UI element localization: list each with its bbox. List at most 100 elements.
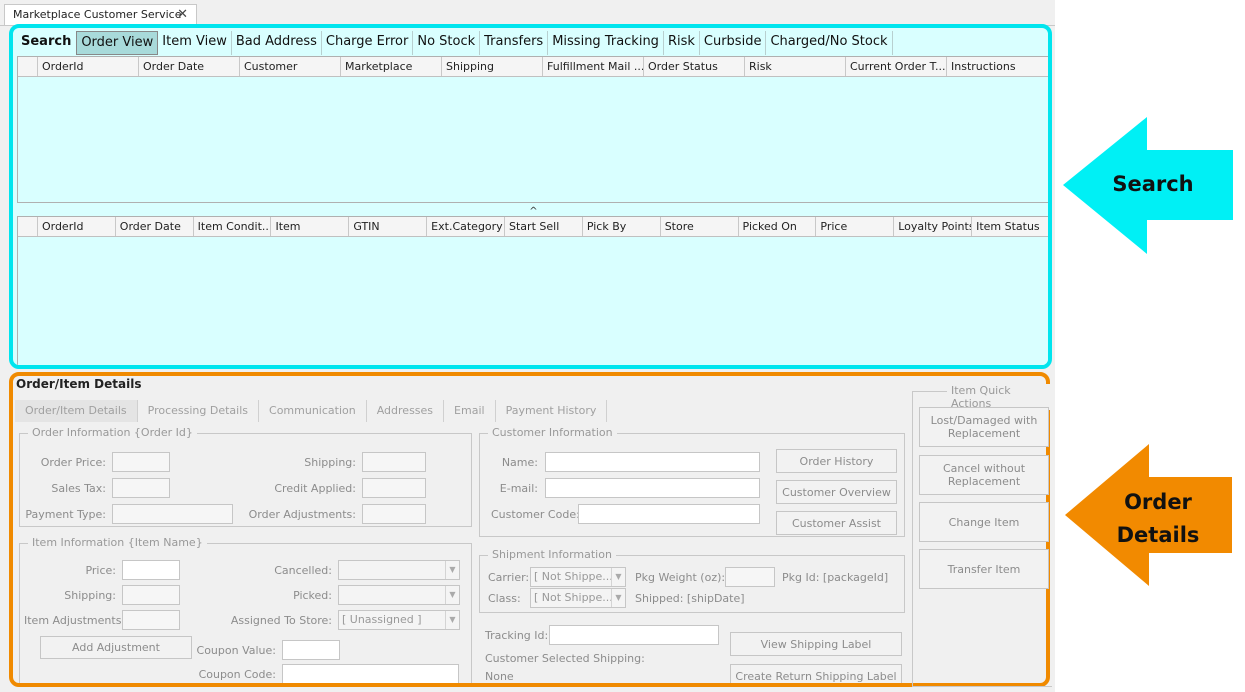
add-adjustment-button[interactable]: Add Adjustment bbox=[40, 636, 192, 659]
col-marketplace[interactable]: Marketplace bbox=[341, 57, 442, 76]
search-callout-text: Search bbox=[1112, 172, 1194, 196]
order-history-button[interactable]: Order History bbox=[776, 449, 897, 473]
col-loyalty-points[interactable]: Loyalty Points bbox=[894, 217, 973, 236]
name-field[interactable] bbox=[545, 452, 760, 472]
col-ext-category[interactable]: Ext.Category bbox=[427, 217, 506, 236]
col-order-id[interactable]: OrderId bbox=[38, 57, 139, 76]
tab-bad-address[interactable]: Bad Address bbox=[232, 31, 322, 55]
col-gtin[interactable]: GTIN bbox=[349, 217, 428, 236]
tab-order-view[interactable]: Order View bbox=[76, 31, 159, 55]
app-window: Marketplace Customer Service ✕ Search Or… bbox=[0, 0, 1055, 692]
document-tab[interactable]: Marketplace Customer Service ✕ bbox=[4, 4, 197, 26]
tab-payment-history[interactable]: Payment History bbox=[496, 400, 608, 422]
order-information-group: Order Information {Order Id} Order Price… bbox=[19, 426, 472, 527]
col-item-order-date[interactable]: Order Date bbox=[116, 217, 194, 236]
col-price[interactable]: Price bbox=[816, 217, 895, 236]
items-grid[interactable]: OrderId Order Date Item Condit... Item G… bbox=[17, 216, 1048, 365]
coupon-value-label: Coupon Value: bbox=[196, 644, 276, 657]
picked-label: Picked: bbox=[293, 589, 332, 602]
col-picked-on[interactable]: Picked On bbox=[739, 217, 817, 236]
orders-select-column[interactable] bbox=[18, 57, 38, 76]
tab-email[interactable]: Email bbox=[444, 400, 496, 422]
item-information-group: Item Information {Item Name} Price: Ship… bbox=[19, 536, 472, 683]
assigned-to-store-select[interactable]: [ Unassigned ] ▼ bbox=[338, 610, 460, 630]
col-risk[interactable]: Risk bbox=[745, 57, 846, 76]
item-shipping-field[interactable] bbox=[122, 585, 180, 605]
order-price-field[interactable] bbox=[112, 452, 170, 472]
picked-select[interactable]: ▼ bbox=[338, 585, 460, 605]
tab-curbside[interactable]: Curbside bbox=[700, 31, 767, 55]
col-start-sell[interactable]: Start Sell bbox=[505, 217, 583, 236]
customer-selected-shipping-value: None bbox=[485, 670, 514, 683]
tab-communication[interactable]: Communication bbox=[259, 400, 367, 422]
tab-item-view[interactable]: Item View bbox=[158, 31, 232, 55]
email-field[interactable] bbox=[545, 478, 760, 498]
col-item[interactable]: Item bbox=[271, 217, 350, 236]
tab-charge-error[interactable]: Charge Error bbox=[322, 31, 414, 55]
payment-type-field[interactable] bbox=[112, 504, 233, 524]
tab-addresses[interactable]: Addresses bbox=[367, 400, 445, 422]
customer-code-field[interactable] bbox=[578, 504, 760, 524]
order-details-callout-line-1: Order bbox=[1124, 490, 1192, 514]
tab-no-stock[interactable]: No Stock bbox=[413, 31, 481, 55]
search-callout: Search bbox=[1063, 117, 1233, 254]
item-quick-actions-group: Item Quick Actions Lost/Damaged with Rep… bbox=[912, 384, 1052, 687]
item-adjustments-field[interactable] bbox=[122, 610, 180, 630]
cancel-without-replacement-button[interactable]: Cancel without Replacement bbox=[919, 455, 1049, 495]
col-fulfillment-mail[interactable]: Fulfillment Mail ... bbox=[543, 57, 644, 76]
pkg-weight-field[interactable] bbox=[725, 567, 775, 587]
col-pick-by[interactable]: Pick By bbox=[583, 217, 661, 236]
col-customer[interactable]: Customer bbox=[240, 57, 341, 76]
coupon-value-field[interactable] bbox=[282, 640, 340, 660]
col-item-order-id[interactable]: OrderId bbox=[38, 217, 116, 236]
search-label: Search bbox=[21, 34, 72, 49]
col-store[interactable]: Store bbox=[661, 217, 739, 236]
order-information-title: Order Information {Order Id} bbox=[28, 426, 197, 439]
tracking-id-field[interactable] bbox=[549, 625, 719, 645]
tab-missing-tracking[interactable]: Missing Tracking bbox=[548, 31, 664, 55]
shipped-text: Shipped: [shipDate] bbox=[635, 592, 745, 605]
name-label: Name: bbox=[501, 456, 538, 469]
credit-applied-label: Credit Applied: bbox=[274, 482, 356, 495]
item-shipping-label: Shipping: bbox=[64, 589, 116, 602]
customer-assist-button[interactable]: Customer Assist bbox=[776, 511, 897, 535]
customer-overview-button[interactable]: Customer Overview bbox=[776, 480, 897, 504]
cancelled-select[interactable]: ▼ bbox=[338, 560, 460, 580]
lost-damaged-button[interactable]: Lost/Damaged with Replacement bbox=[919, 407, 1049, 447]
close-icon[interactable]: ✕ bbox=[177, 5, 188, 25]
col-current-order[interactable]: Current Order T... bbox=[846, 57, 947, 76]
col-order-date[interactable]: Order Date bbox=[139, 57, 240, 76]
class-select[interactable]: [ Not Shippe... ▼ bbox=[530, 588, 626, 608]
pkg-id-text: Pkg Id: [packageId] bbox=[782, 571, 889, 584]
shipment-information-group: Shipment Information Carrier: [ Not Ship… bbox=[479, 548, 905, 613]
credit-applied-field[interactable] bbox=[362, 478, 426, 498]
item-price-field[interactable] bbox=[122, 560, 180, 580]
sales-tax-field[interactable] bbox=[112, 478, 170, 498]
carrier-select[interactable]: [ Not Shippe... ▼ bbox=[530, 567, 626, 587]
col-order-status[interactable]: Order Status bbox=[644, 57, 745, 76]
view-shipping-label-button[interactable]: View Shipping Label bbox=[730, 632, 902, 656]
items-select-column[interactable] bbox=[18, 217, 38, 236]
orders-grid[interactable]: OrderId Order Date Customer Marketplace … bbox=[17, 56, 1048, 203]
coupon-code-field[interactable] bbox=[282, 664, 459, 683]
order-adjustments-field[interactable] bbox=[362, 504, 426, 524]
coupon-code-label: Coupon Code: bbox=[198, 668, 276, 681]
col-item-condition[interactable]: Item Condit... bbox=[194, 217, 272, 236]
col-shipping[interactable]: Shipping bbox=[442, 57, 543, 76]
tab-charged-no-stock[interactable]: Charged/No Stock bbox=[766, 31, 893, 55]
carrier-value: [ Not Shippe... bbox=[534, 570, 613, 583]
tab-processing-details[interactable]: Processing Details bbox=[138, 400, 260, 422]
change-item-button[interactable]: Change Item bbox=[919, 502, 1049, 542]
tab-order-item-details[interactable]: Order/Item Details bbox=[15, 400, 138, 422]
col-item-status[interactable]: Item Status bbox=[972, 217, 1048, 236]
shipping-field[interactable] bbox=[362, 452, 426, 472]
tab-risk[interactable]: Risk bbox=[664, 31, 700, 55]
create-return-shipping-label-button[interactable]: Create Return Shipping Label bbox=[730, 664, 902, 683]
sales-tax-label: Sales Tax: bbox=[51, 482, 106, 495]
shipping-label: Shipping: bbox=[304, 456, 356, 469]
col-instructions[interactable]: Instructions bbox=[947, 57, 1048, 76]
transfer-item-button[interactable]: Transfer Item bbox=[919, 549, 1049, 589]
details-title: Order/Item Details bbox=[16, 377, 142, 391]
tab-transfers[interactable]: Transfers bbox=[480, 31, 549, 55]
payment-type-label: Payment Type: bbox=[25, 508, 106, 521]
